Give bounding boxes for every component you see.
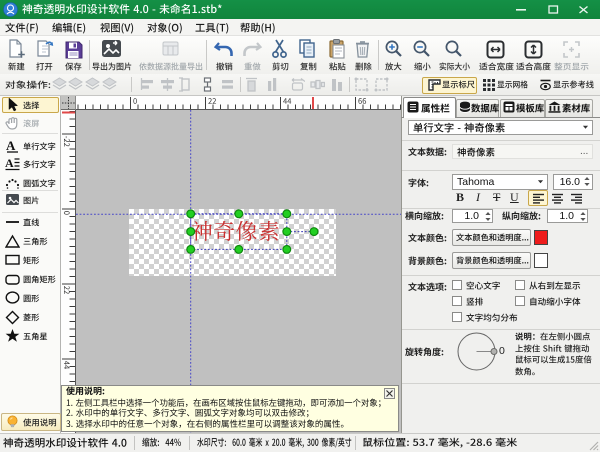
svg-text:A: A: [6, 138, 16, 153]
svg-text:A: A: [5, 156, 14, 170]
